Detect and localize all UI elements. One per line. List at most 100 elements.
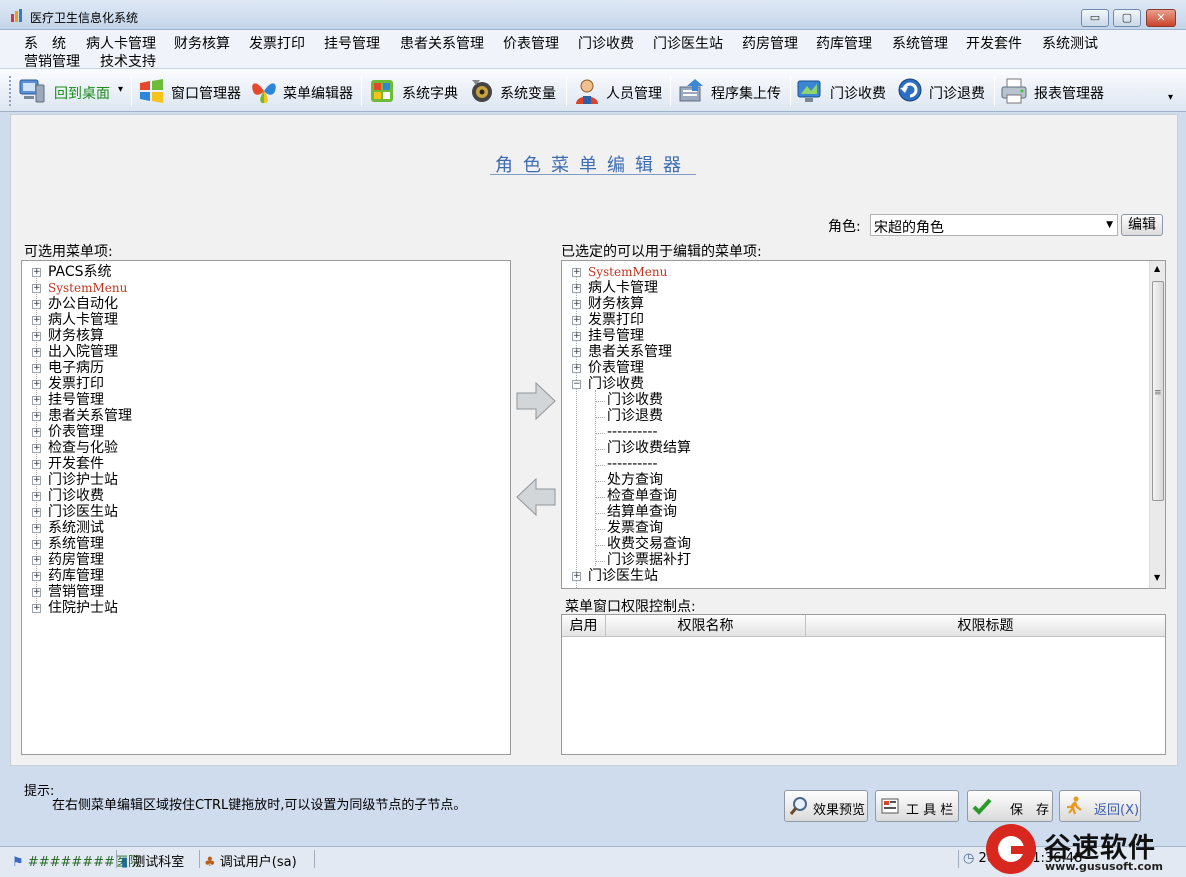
tree-expand-icon[interactable]: + bbox=[572, 300, 581, 309]
tree-item[interactable]: 办公自动化 bbox=[48, 296, 118, 312]
tree-subitem[interactable]: 门诊收费 bbox=[607, 392, 663, 408]
selected-tree-scrollbar[interactable]: ▲ ≡ ▼ bbox=[1149, 261, 1165, 588]
tree-item[interactable]: 发票打印 bbox=[48, 376, 104, 392]
tree-expand-icon[interactable]: + bbox=[32, 364, 41, 373]
tree-item[interactable]: 电子病历 bbox=[48, 360, 104, 376]
menu-outpatient-doctor[interactable]: 门诊医生站 bbox=[653, 33, 723, 53]
tree-item[interactable]: 系统测试 bbox=[48, 520, 104, 536]
tree-item[interactable]: PACS系统 bbox=[48, 264, 112, 280]
toolbar-desktop-button[interactable]: 回到桌面 ▾ bbox=[18, 75, 128, 107]
menu-finance[interactable]: 财务核算 bbox=[174, 33, 230, 53]
menu-system-test[interactable]: 系统测试 bbox=[1042, 33, 1098, 53]
tree-expand-icon[interactable]: + bbox=[32, 348, 41, 357]
tree-item[interactable]: SystemMenu bbox=[588, 264, 667, 280]
tree-item[interactable]: 病人卡管理 bbox=[588, 280, 658, 296]
tree-expand-icon[interactable]: + bbox=[32, 460, 41, 469]
tree-item[interactable]: 药房管理 bbox=[48, 552, 104, 568]
tree-expand-icon[interactable]: + bbox=[32, 428, 41, 437]
toolbar-grip[interactable] bbox=[9, 76, 12, 106]
toolbar-overflow-icon[interactable]: ▾ bbox=[1168, 92, 1173, 103]
toolbar-variables-button[interactable]: 系统变量 bbox=[468, 75, 563, 107]
toolbar-dictionary-button[interactable]: 系统字典 bbox=[368, 75, 463, 107]
tree-expand-icon[interactable]: + bbox=[32, 300, 41, 309]
tree-item[interactable]: 药库管理 bbox=[48, 568, 104, 584]
tree-item[interactable]: 门诊收费 bbox=[48, 488, 104, 504]
tree-subitem[interactable]: 门诊票据补打 bbox=[607, 552, 691, 568]
chevron-down-icon[interactable]: ▾ bbox=[118, 84, 123, 95]
scroll-up-icon[interactable]: ▲ bbox=[1154, 264, 1160, 273]
tree-subitem[interactable]: 处方查询 bbox=[607, 472, 663, 488]
tree-expand-icon[interactable]: + bbox=[32, 540, 41, 549]
tree-item[interactable]: 营销管理 bbox=[48, 584, 104, 600]
maximize-button[interactable]: ▢ bbox=[1113, 9, 1141, 27]
preview-button[interactable]: 效果预览 bbox=[784, 790, 868, 822]
tree-expand-icon[interactable]: + bbox=[572, 316, 581, 325]
tree-subitem[interactable]: 门诊收费结算 bbox=[607, 440, 691, 456]
tree-item[interactable]: 财务核算 bbox=[48, 328, 104, 344]
menu-outpatient-billing[interactable]: 门诊收费 bbox=[578, 33, 634, 53]
menu-dev-kit[interactable]: 开发套件 bbox=[966, 33, 1022, 53]
tree-subitem[interactable]: 发票查询 bbox=[607, 520, 663, 536]
tree-expand-icon[interactable]: + bbox=[572, 332, 581, 341]
tree-subitem[interactable]: 门诊退费 bbox=[607, 408, 663, 424]
tree-expand-icon[interactable]: + bbox=[32, 380, 41, 389]
grid-header-permission-name[interactable]: 权限名称 bbox=[606, 615, 806, 637]
tree-expand-icon[interactable]: + bbox=[32, 268, 41, 277]
tree-item[interactable]: 病人卡管理 bbox=[48, 312, 118, 328]
toolbar-config-button[interactable]: 工 具 栏 bbox=[875, 790, 959, 822]
tree-item[interactable]: 系统管理 bbox=[48, 536, 104, 552]
tree-item[interactable]: 开发套件 bbox=[48, 456, 104, 472]
role-select[interactable]: 宋超的角色 ▼ bbox=[870, 214, 1118, 236]
menu-invoice-print[interactable]: 发票打印 bbox=[249, 33, 305, 53]
menu-drug-store[interactable]: 药库管理 bbox=[816, 33, 872, 53]
tree-collapse-icon[interactable]: − bbox=[572, 380, 581, 389]
tree-item[interactable]: 门诊医生站 bbox=[588, 568, 658, 584]
tree-item[interactable]: 价表管理 bbox=[48, 424, 104, 440]
tree-item[interactable]: 患者关系管理 bbox=[48, 408, 132, 424]
menu-pharmacy[interactable]: 药房管理 bbox=[742, 33, 798, 53]
tree-expand-icon[interactable]: + bbox=[32, 508, 41, 517]
tree-item[interactable]: 门诊收费 bbox=[588, 376, 644, 392]
tree-subitem[interactable]: 检查单查询 bbox=[607, 488, 677, 504]
scroll-down-icon[interactable]: ▼ bbox=[1154, 573, 1160, 582]
tree-expand-icon[interactable]: + bbox=[572, 364, 581, 373]
tree-expand-icon[interactable]: + bbox=[32, 588, 41, 597]
toolbar-outpatient-billing-button[interactable]: 门诊收费 bbox=[796, 75, 891, 107]
add-to-selected-arrow-icon[interactable] bbox=[516, 382, 556, 420]
return-button[interactable]: 返回(X) bbox=[1059, 790, 1141, 822]
menu-patient-relations[interactable]: 患者关系管理 bbox=[400, 33, 484, 53]
grid-header-enabled[interactable]: 启用 bbox=[562, 615, 606, 637]
tree-expand-icon[interactable]: + bbox=[572, 348, 581, 357]
close-button[interactable]: ✕ bbox=[1146, 9, 1176, 27]
tree-expand-icon[interactable]: + bbox=[32, 476, 41, 485]
menu-patient-card[interactable]: 病人卡管理 bbox=[86, 33, 156, 53]
tree-expand-icon[interactable]: + bbox=[32, 492, 41, 501]
menu-system-admin[interactable]: 系统管理 bbox=[892, 33, 948, 53]
tree-item[interactable]: 门诊医生站 bbox=[48, 504, 118, 520]
tree-expand-icon[interactable]: + bbox=[32, 316, 41, 325]
tree-expand-icon[interactable]: + bbox=[32, 332, 41, 341]
tree-subitem[interactable]: 收费交易查询 bbox=[607, 536, 691, 552]
tree-item[interactable]: 财务核算 bbox=[588, 296, 644, 312]
tree-item[interactable]: 价表管理 bbox=[588, 360, 644, 376]
tree-expand-icon[interactable]: + bbox=[32, 396, 41, 405]
menu-registration[interactable]: 挂号管理 bbox=[324, 33, 380, 53]
remove-from-selected-arrow-icon[interactable] bbox=[516, 478, 556, 516]
toolbar-window-manager-button[interactable]: 窗口管理器 bbox=[137, 75, 245, 107]
tree-expand-icon[interactable]: + bbox=[32, 284, 41, 293]
edit-role-button[interactable]: 编辑 bbox=[1121, 214, 1163, 236]
tree-subitem[interactable]: 结算单查询 bbox=[607, 504, 677, 520]
menu-system[interactable]: 系 统 bbox=[24, 33, 66, 53]
menu-price-list[interactable]: 价表管理 bbox=[503, 33, 559, 53]
tree-item[interactable]: 门诊护士站 bbox=[48, 472, 118, 488]
tree-expand-icon[interactable]: + bbox=[572, 572, 581, 581]
toolbar-outpatient-refund-button[interactable]: 门诊退费 bbox=[897, 75, 992, 107]
tree-subitem[interactable]: ---------- bbox=[607, 424, 658, 440]
tree-item[interactable]: 挂号管理 bbox=[588, 328, 644, 344]
selected-menu-tree[interactable]: ▲ ≡ ▼ + SystemMenu + 病人卡管理 + 财务核算 + 发票打印 + 挂号管理 + 患… bbox=[561, 260, 1166, 589]
tree-item[interactable]: 检查与化验 bbox=[48, 440, 118, 456]
permission-grid[interactable]: 启用 权限名称 权限标题 bbox=[561, 614, 1166, 755]
tree-expand-icon[interactable]: + bbox=[32, 524, 41, 533]
tree-item[interactable]: SystemMenu bbox=[48, 280, 127, 296]
toolbar-report-manager-button[interactable]: 报表管理器 bbox=[1000, 75, 1110, 107]
